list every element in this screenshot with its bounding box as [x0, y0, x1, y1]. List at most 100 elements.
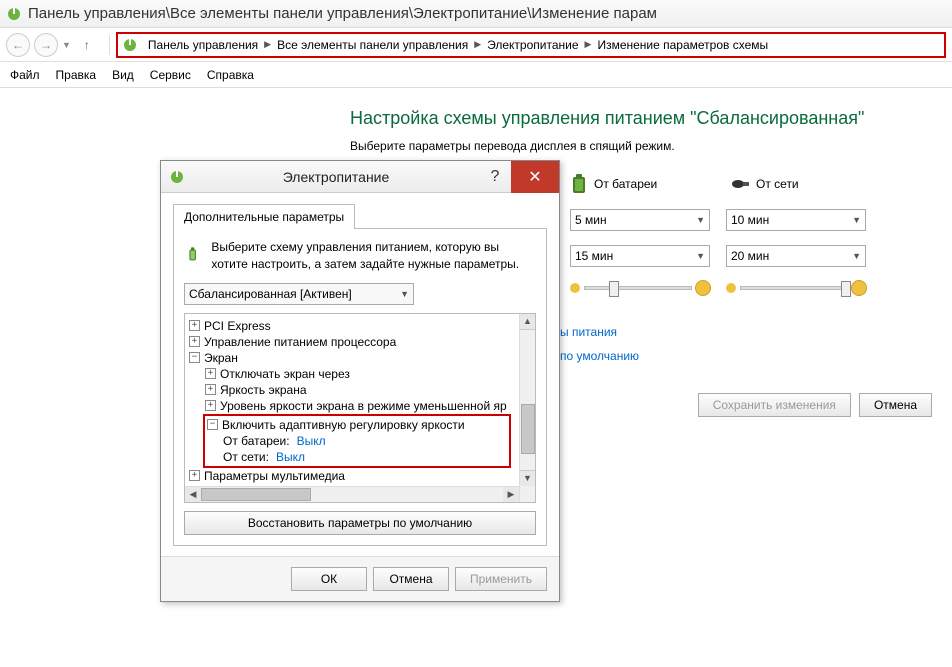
dialog-info-text: Выберите схему управления питанием, кото… [211, 239, 536, 273]
dropdown-value: 5 мин [575, 213, 607, 227]
scroll-up-button[interactable]: ▲ [520, 314, 535, 330]
chevron-down-icon: ▼ [852, 251, 861, 261]
back-button[interactable]: ← [6, 33, 30, 57]
dropdown-value: 10 мин [731, 213, 769, 227]
tree-node-screen-off[interactable]: +Отключать экран через [189, 366, 531, 382]
adaptive-battery-value[interactable]: Выкл [294, 434, 326, 448]
chevron-down-icon: ▼ [696, 215, 705, 225]
expand-icon[interactable]: + [189, 320, 200, 331]
scroll-right-button[interactable]: ▶ [503, 487, 519, 502]
cancel-button[interactable]: Отмена [373, 567, 449, 591]
plug-icon [730, 177, 750, 191]
column-label: От сети [756, 177, 799, 191]
tree-value-adaptive-plugged[interactable]: От сети: Выкл [207, 449, 507, 465]
brightness-battery-slider[interactable] [570, 281, 710, 295]
apply-button[interactable]: Применить [455, 567, 547, 591]
scheme-value: Сбалансированная [Активен] [189, 287, 352, 301]
expand-icon[interactable]: + [189, 336, 200, 347]
display-off-battery-dropdown[interactable]: 5 мин ▼ [570, 209, 710, 231]
chevron-down-icon: ▼ [400, 289, 409, 299]
chevron-right-icon[interactable]: ▶ [472, 39, 483, 50]
up-button[interactable]: ↑ [77, 35, 97, 55]
expand-icon[interactable]: + [189, 470, 200, 481]
expand-icon[interactable]: + [205, 400, 216, 411]
battery-icon [570, 173, 588, 195]
history-dropdown-icon[interactable]: ▼ [62, 40, 71, 50]
nav-bar: ← → ▼ ↑ Панель управления ▶ Все элементы… [0, 28, 952, 62]
sun-high-icon [696, 281, 710, 295]
menu-view[interactable]: Вид [112, 68, 134, 82]
tree-node-multimedia[interactable]: +Параметры мультимедиа [189, 468, 531, 484]
breadcrumb-item[interactable]: Электропитание [483, 38, 582, 52]
breadcrumb-item[interactable]: Панель управления [144, 38, 262, 52]
expand-icon[interactable]: + [205, 368, 216, 379]
breadcrumb-item[interactable]: Изменение параметров схемы [593, 38, 772, 52]
horizontal-scrollbar[interactable]: ◀ ▶ [185, 486, 519, 502]
tree-value-adaptive-battery[interactable]: От батареи: Выкл [207, 433, 507, 449]
scheme-dropdown[interactable]: Сбалансированная [Активен] ▼ [184, 283, 414, 305]
brightness-plugged-slider[interactable] [726, 281, 866, 295]
breadcrumb: Панель управления ▶ Все элементы панели … [116, 32, 946, 58]
save-button[interactable]: Сохранить изменения [698, 393, 851, 417]
breadcrumb-item[interactable]: Все элементы панели управления [273, 38, 472, 52]
column-label: От батареи [594, 177, 657, 191]
adaptive-plugged-value[interactable]: Выкл [273, 450, 305, 464]
menu-tools[interactable]: Сервис [150, 68, 191, 82]
column-header-battery: От батареи [570, 173, 720, 195]
forward-button[interactable]: → [34, 33, 58, 57]
power-options-dialog: Электропитание ? ✕ Дополнительные параме… [160, 160, 560, 602]
tree-node-pci[interactable]: +PCI Express [189, 318, 531, 334]
page-subtitle: Выберите параметры перевода дисплея в сп… [350, 139, 942, 153]
restore-defaults-link[interactable]: по умолчанию [560, 349, 942, 363]
separator [109, 35, 110, 55]
battery-bulb-icon [184, 239, 201, 271]
chevron-right-icon[interactable]: ▶ [262, 39, 273, 50]
dropdown-value: 15 мин [575, 249, 613, 263]
sleep-battery-dropdown[interactable]: 15 мин ▼ [570, 245, 710, 267]
column-header-plugged: От сети [730, 177, 880, 191]
sun-low-icon [726, 283, 736, 293]
sun-high-icon [852, 281, 866, 295]
menu-file[interactable]: Файл [10, 68, 40, 82]
power-options-icon [122, 37, 138, 53]
menu-edit[interactable]: Правка [56, 68, 97, 82]
window-title: Панель управления\Все элементы панели уп… [28, 5, 657, 22]
tree-node-screen[interactable]: −Экран [189, 350, 531, 366]
ok-button[interactable]: ОК [291, 567, 367, 591]
tree-node-dim-brightness[interactable]: +Уровень яркости экрана в режиме уменьше… [189, 398, 531, 414]
sun-low-icon [570, 283, 580, 293]
tab-advanced[interactable]: Дополнительные параметры [173, 204, 355, 229]
tree-node-brightness[interactable]: +Яркость экрана [189, 382, 531, 398]
sleep-plugged-dropdown[interactable]: 20 мин ▼ [726, 245, 866, 267]
help-button[interactable]: ? [479, 161, 511, 193]
scroll-thumb[interactable] [521, 404, 535, 454]
scroll-thumb[interactable] [201, 488, 311, 501]
close-button[interactable]: ✕ [511, 161, 559, 193]
dialog-title: Электропитание [193, 169, 479, 185]
menu-help[interactable]: Справка [207, 68, 254, 82]
chevron-down-icon: ▼ [852, 215, 861, 225]
chevron-down-icon: ▼ [696, 251, 705, 261]
tree-node-adaptive[interactable]: −Включить адаптивную регулировку яркости [207, 417, 507, 433]
dialog-title-bar[interactable]: Электропитание ? ✕ [161, 161, 559, 193]
cancel-button[interactable]: Отмена [859, 393, 932, 417]
collapse-icon[interactable]: − [189, 352, 200, 363]
vertical-scrollbar[interactable]: ▲ ▼ [519, 314, 535, 502]
restore-defaults-button[interactable]: Восстановить параметры по умолчанию [184, 511, 536, 535]
tree-node-cpu[interactable]: +Управление питанием процессора [189, 334, 531, 350]
power-options-icon [6, 6, 22, 22]
page-title: Настройка схемы управления питанием "Сба… [350, 108, 942, 129]
power-settings-link[interactable]: ы питания [560, 325, 942, 339]
highlighted-setting: −Включить адаптивную регулировку яркости… [203, 414, 511, 468]
title-bar: Панель управления\Все элементы панели уп… [0, 0, 952, 28]
menu-bar: Файл Правка Вид Сервис Справка [0, 62, 952, 88]
collapse-icon[interactable]: − [207, 419, 218, 430]
expand-icon[interactable]: + [205, 384, 216, 395]
scroll-left-button[interactable]: ◀ [185, 487, 201, 502]
power-options-icon [169, 169, 185, 185]
scroll-down-button[interactable]: ▼ [520, 470, 535, 486]
chevron-right-icon[interactable]: ▶ [583, 39, 594, 50]
display-off-plugged-dropdown[interactable]: 10 мин ▼ [726, 209, 866, 231]
tab-strip: Дополнительные параметры [173, 203, 547, 229]
dropdown-value: 20 мин [731, 249, 769, 263]
